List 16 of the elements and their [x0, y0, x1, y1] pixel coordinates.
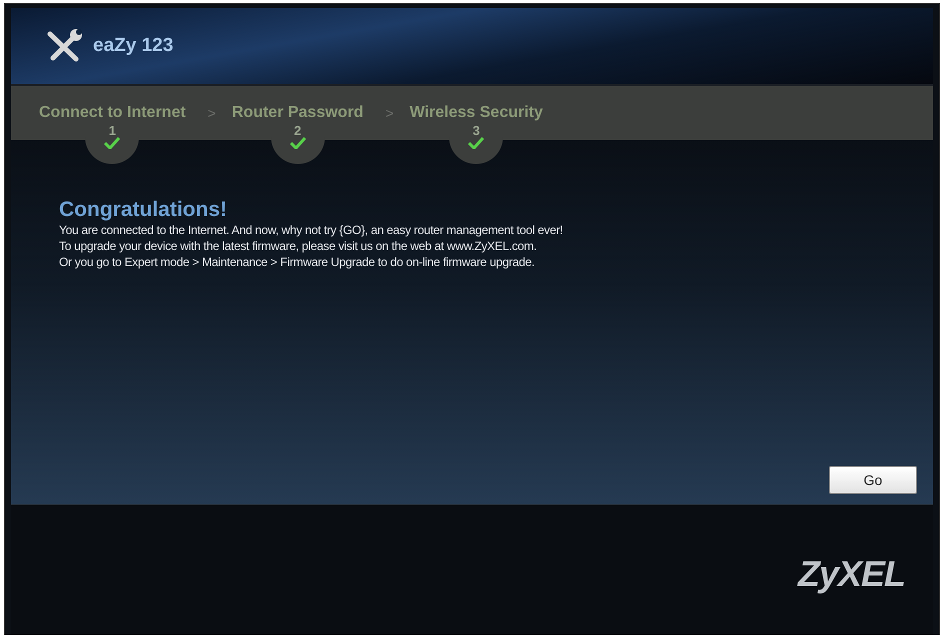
message-text: To upgrade your device with the latest firmware, please visit us on the web at www.ZyXEL.com. [59, 238, 537, 254]
step-separator: > [385, 105, 394, 121]
step-separator: > [208, 105, 216, 121]
go-button[interactable]: Go [829, 466, 917, 494]
step-label: Wireless Security [410, 104, 543, 122]
step-number: 2 [294, 124, 302, 137]
message-text: You are connected to the Internet. And now, why not try {GO}, an easy router management tool ever! [59, 222, 563, 238]
step-number: 3 [472, 124, 480, 137]
app-title: eaZy 123 [93, 35, 174, 57]
tools-icon [45, 28, 83, 64]
message-text: Or you go to Expert mode > Maintenance > Firmware Upgrade to do on-line firmware upgrade. [59, 254, 535, 270]
step-label: Router Password [232, 104, 364, 122]
step-label: Connect to Internet [39, 104, 186, 122]
heading: Congratulations! [59, 198, 227, 222]
step-number: 1 [108, 124, 116, 137]
brand-logo: ZyXEL [798, 553, 905, 595]
